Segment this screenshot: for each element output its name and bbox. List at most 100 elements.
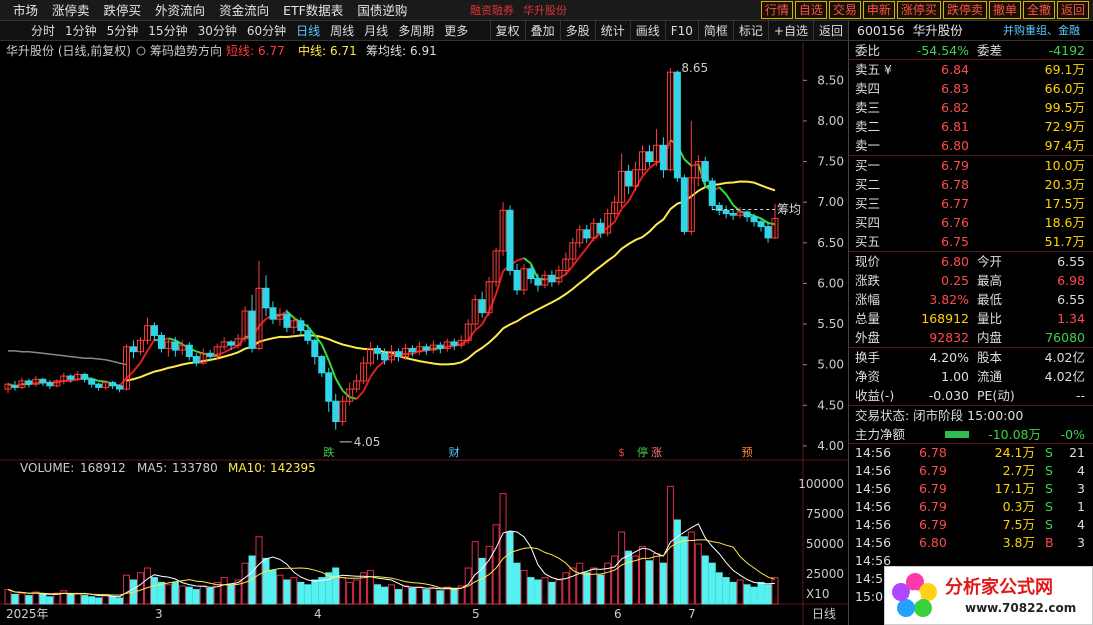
asks-row[interactable]: 卖二 6.81 72.9万 (849, 117, 1093, 136)
kline-chart[interactable]: 8.50 8.00 7.50 7.00 6.50 6.00 5.50 5.00 4.50 4.00… (0, 42, 848, 625)
candle-body (67, 375, 75, 380)
volume-bar (374, 584, 382, 605)
tool-button-0[interactable]: 复权 (489, 21, 525, 41)
stat-value: 168912 (921, 311, 969, 326)
price-tick-label: 8.50 (817, 73, 844, 87)
stat-row: 涨幅 3.82% 最低 6.55 (849, 290, 1093, 309)
quick-button-3[interactable]: 申新 (862, 1, 895, 19)
stat-value: 4.02亿 (1044, 350, 1085, 365)
quick-button-4[interactable]: 涨停买 (896, 1, 941, 19)
bids-row[interactable]: 买二 6.78 20.3万 (849, 175, 1093, 194)
volume-bar (729, 581, 737, 605)
bids-label: 买二 (855, 177, 881, 192)
x-axis-label: 4 (314, 607, 322, 621)
tool-button-4[interactable]: 画线 (629, 21, 665, 41)
candle-body (81, 373, 89, 380)
menu-item-4[interactable]: 资金流向 (212, 0, 276, 21)
tick-side: S (1045, 499, 1053, 514)
period-tab-6[interactable]: 日线 (291, 21, 325, 41)
candle-body (680, 177, 688, 232)
tool-button-2[interactable]: 多股 (559, 21, 595, 41)
tool-button-3[interactable]: 统计 (594, 21, 630, 41)
bids-volume: 10.0万 (1044, 158, 1085, 173)
stat-label: 外盘 (855, 330, 881, 345)
tick-volume: 24.1万 (994, 445, 1035, 460)
candle-body (422, 346, 430, 351)
period-tab-1[interactable]: 1分钟 (60, 21, 102, 41)
stat-value: 6.55 (1057, 254, 1085, 269)
candle-body (527, 268, 535, 280)
asks-row[interactable]: 卖三 6.82 99.5万 (849, 98, 1093, 117)
bids-row[interactable]: 买四 6.76 18.6万 (849, 213, 1093, 232)
menu-item-1[interactable]: 涨停卖 (45, 0, 97, 21)
period-tab-9[interactable]: 多周期 (393, 21, 439, 41)
bids-price: 6.77 (941, 196, 969, 211)
volume-bar (25, 595, 33, 605)
quick-button-1[interactable]: 自选 (794, 1, 827, 19)
volume-bar (743, 584, 751, 605)
tool-button-6[interactable]: 简框 (697, 21, 733, 41)
weibi-value: -54.54% (916, 43, 969, 58)
menu-item-6[interactable]: 国债逆购 (350, 0, 414, 21)
concept-tags[interactable]: 并购重组、金融 (1003, 21, 1080, 41)
period-tab-5[interactable]: 60分钟 (242, 21, 291, 41)
tool-button-5[interactable]: F10 (664, 21, 698, 41)
candle-body (185, 344, 193, 358)
stat-row: 换手 4.20% 股本 4.02亿 (849, 348, 1093, 367)
volume-header-text: MA10: (228, 461, 266, 475)
volume-header-text: 142395 (270, 461, 316, 475)
period-tab-7[interactable]: 周线 (325, 21, 359, 41)
quick-button-7[interactable]: 全撤 (1022, 1, 1055, 19)
quick-button-0[interactable]: 行情 (760, 1, 793, 19)
tool-button-7[interactable]: 标记 (732, 21, 768, 41)
volume-bar (659, 562, 667, 605)
quick-button-2[interactable]: 交易 (828, 1, 861, 19)
tool-button-1[interactable]: 叠加 (524, 21, 560, 41)
candle-body (625, 170, 633, 187)
stat-label: 换手 (855, 350, 881, 365)
candle-body (39, 378, 47, 384)
main-menu: 市场 涨停卖 跌停买 外资流向 资金流向 ETF数据表 国债逆购 (6, 0, 414, 21)
period-tab-8[interactable]: 月线 (359, 21, 393, 41)
menu-item-5[interactable]: ETF数据表 (276, 0, 350, 21)
period-tab-4[interactable]: 30分钟 (193, 21, 242, 41)
chart-area[interactable]: 8.50 8.00 7.50 7.00 6.50 6.00 5.50 5.00 4.50 4.00… (0, 42, 848, 625)
candle-body (750, 216, 758, 223)
tool-button-8[interactable]: +自选 (767, 21, 813, 41)
period-tab-0[interactable]: 分时 (26, 21, 60, 41)
asks-row[interactable]: 卖五 ¥ 6.84 69.1万 (849, 60, 1093, 79)
quick-button-6[interactable]: 撤单 (988, 1, 1021, 19)
menu-item-3[interactable]: 外资流向 (148, 0, 212, 21)
x-axis-label: 6 (614, 607, 622, 621)
stat-label: 最高 (977, 273, 1003, 288)
tick-price: 6.79 (919, 517, 947, 532)
volume-bar (318, 577, 326, 605)
quick-button-5[interactable]: 跌停卖 (942, 1, 987, 19)
stat-label: 总量 (855, 311, 881, 326)
volume-bar (11, 593, 19, 605)
period-tab-10[interactable]: 更多 (439, 21, 473, 41)
asks-volume: 66.0万 (1044, 81, 1085, 96)
volume-bar (39, 593, 47, 605)
menu-item-0[interactable]: 市场 (6, 0, 45, 21)
bids-label: 买一 (855, 158, 881, 173)
stock-name: 华升股份 (912, 23, 963, 38)
tick-price: 6.79 (919, 463, 947, 478)
tick-count: 1 (1077, 499, 1085, 514)
period-tab-3[interactable]: 15分钟 (143, 21, 192, 41)
volume-bar (506, 531, 514, 605)
menu-item-2[interactable]: 跌停买 (97, 0, 149, 21)
asks-row[interactable]: 卖一 6.80 97.4万 (849, 136, 1093, 155)
volume-bar (478, 557, 486, 605)
bids-row[interactable]: 买五 6.75 51.7万 (849, 232, 1093, 251)
quick-button-8[interactable]: 返回 (1056, 1, 1089, 19)
volume-tick-label: 50000 (806, 537, 844, 551)
bids-row[interactable]: 买一 6.79 10.0万 (849, 156, 1093, 175)
weibi-row: 委比 -54.54% 委差 -4192 (849, 41, 1093, 60)
tool-button-9[interactable]: 返回 (812, 21, 848, 41)
volume-header-text: 133780 (172, 461, 218, 475)
bids-row[interactable]: 买三 6.77 17.5万 (849, 194, 1093, 213)
asks-row[interactable]: 卖四 6.83 66.0万 (849, 79, 1093, 98)
chart-header-text: 中线: (298, 43, 326, 58)
period-tab-2[interactable]: 5分钟 (102, 21, 144, 41)
